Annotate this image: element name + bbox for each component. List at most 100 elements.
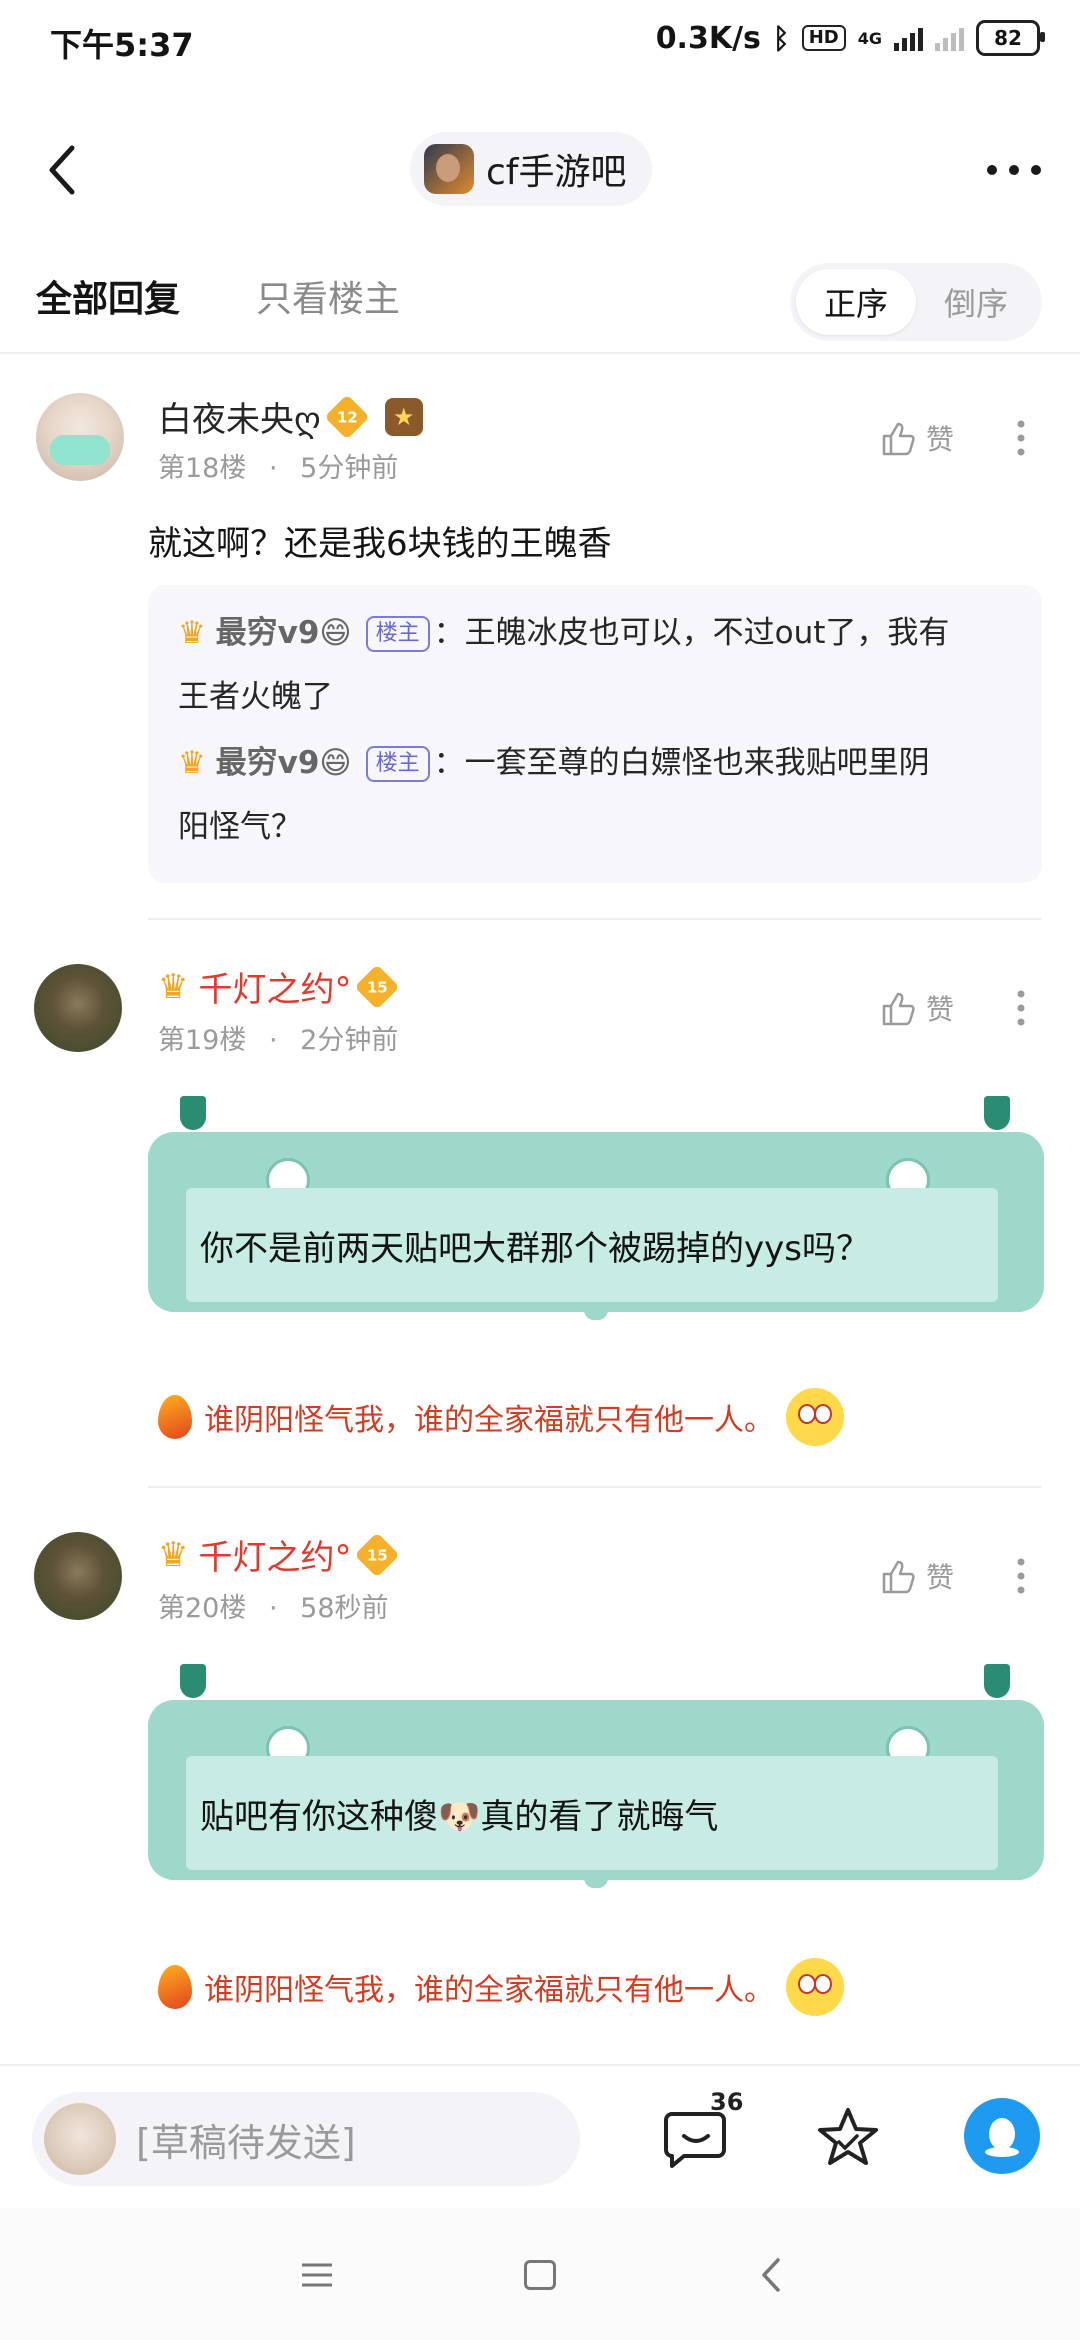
post-time: 58秒前 xyxy=(300,1593,389,1624)
bubble-foot xyxy=(584,1872,608,1888)
like-button[interactable]: 赞 xyxy=(878,988,954,1028)
sub-reply-author[interactable]: 最穷v9😄 xyxy=(216,745,352,781)
sub-reply: ♛ 最穷v9😄 楼主 ：一套至尊的白嫖怪也来我贴吧里阴 阳怪气？ xyxy=(178,731,1018,859)
like-label: 赞 xyxy=(926,993,955,1026)
qq-share-button[interactable] xyxy=(964,2098,1040,2174)
bubble-foot xyxy=(584,1304,608,1320)
battery-icon: 82 xyxy=(976,20,1045,56)
post-menu-button[interactable] xyxy=(1006,418,1036,458)
username[interactable]: 千灯之约° xyxy=(198,1530,351,1579)
bubble-frame: 你不是前两天贴吧大群那个被踢掉的yys吗？ xyxy=(148,1096,1044,1326)
status-bar: 下午5:37 0.3K/s ᛒ HD 4G 82 xyxy=(0,0,1080,90)
post-content: 你不是前两天贴吧大群那个被踢掉的yys吗？ xyxy=(200,1228,870,1269)
bubble-body: 贴吧有你这种傻🐶真的看了就晦气 xyxy=(148,1700,1044,1880)
recents-button[interactable] xyxy=(300,2262,334,2288)
username[interactable]: 白夜未央ღ xyxy=(158,392,321,441)
bluetooth-icon: ᛒ xyxy=(772,21,790,55)
post-time: 5分钟前 xyxy=(300,453,399,484)
network-speed: 0.3K/s xyxy=(655,20,761,56)
sub-replies-box[interactable]: ♛ 最穷v9😄 楼主 ：王魄冰皮也可以，不过out了，我有 王者火魄了 ♛ 最穷v… xyxy=(148,585,1042,883)
floor-number: 第18楼 xyxy=(158,453,247,484)
draft-placeholder: [草稿待发送] xyxy=(136,2120,356,2165)
star-icon xyxy=(818,2108,878,2165)
sort-order-toggle: 正序 倒序 xyxy=(790,263,1042,341)
owner-tag: 楼主 xyxy=(365,746,430,782)
comment-count-badge: 36 xyxy=(710,2088,744,2116)
sub-reply-text-cont: 阳怪气？ xyxy=(178,809,302,845)
medal-icon: ★ xyxy=(384,397,423,436)
avatar[interactable] xyxy=(36,393,124,481)
signal-icon xyxy=(894,25,923,51)
forum-title-pill[interactable]: cf手游吧 xyxy=(410,132,653,206)
sub-reply-text: ：一套至尊的白嫖怪也来我贴吧里阴 xyxy=(433,745,930,781)
status-indicators: 0.3K/s ᛒ HD 4G 82 xyxy=(655,20,1045,56)
floor-number: 第19楼 xyxy=(158,1025,247,1056)
post-meta: 第19楼 · 2分钟前 xyxy=(158,1025,399,1056)
favorite-button[interactable] xyxy=(815,2104,881,2170)
divider xyxy=(148,918,1042,920)
bubble-frame: 贴吧有你这种傻🐶真的看了就晦气 xyxy=(148,1664,1044,1894)
sort-asc-button[interactable]: 正序 xyxy=(796,269,916,335)
tab-owner-only[interactable]: 只看楼主 xyxy=(256,270,400,322)
battery-level: 82 xyxy=(994,26,1022,50)
back-button[interactable] xyxy=(40,140,90,200)
owner-tag: 楼主 xyxy=(365,616,430,652)
qq-penguin-icon xyxy=(985,2118,1019,2157)
post-content: 贴吧有你这种傻🐶真的看了就晦气 xyxy=(200,1796,719,1837)
crown-icon: ♛ xyxy=(178,615,206,651)
post-menu-button[interactable] xyxy=(1006,1556,1036,1596)
sub-reply-text-cont: 王者火魄了 xyxy=(178,679,333,715)
floor-number: 第20楼 xyxy=(158,1593,247,1624)
home-button[interactable] xyxy=(524,2260,556,2290)
signature-text: 谁阴阳怪气我，谁的全家福就只有他一人。 xyxy=(204,1403,774,1438)
avatar[interactable] xyxy=(34,1532,122,1620)
thumb-up-icon xyxy=(882,992,915,1026)
bubble-horn xyxy=(180,1096,206,1130)
bubble-horn xyxy=(984,1664,1010,1698)
like-label: 赞 xyxy=(926,423,955,456)
post-meta: 第20楼 · 58秒前 xyxy=(158,1593,389,1624)
post-content: 就这啊？还是我6块钱的王魄香 xyxy=(148,524,612,564)
divider xyxy=(0,2064,1080,2066)
status-time: 下午5:37 xyxy=(50,26,194,64)
sort-desc-button[interactable]: 倒序 xyxy=(916,269,1036,335)
bubble-content: 你不是前两天贴吧大群那个被踢掉的yys吗？ xyxy=(186,1188,998,1302)
more-vertical-icon xyxy=(1017,420,1025,456)
system-back-button[interactable] xyxy=(758,2256,784,2294)
more-options-button[interactable] xyxy=(984,150,1044,190)
more-horizontal-icon xyxy=(987,165,1041,175)
like-button[interactable]: 赞 xyxy=(878,418,954,458)
level-badge: 12 xyxy=(324,393,370,440)
reply-input[interactable]: [草稿待发送] xyxy=(32,2092,580,2186)
chevron-left-icon xyxy=(762,2258,780,2292)
my-avatar xyxy=(44,2103,116,2175)
level-badge: 15 xyxy=(354,1531,401,1578)
crown-icon: ♛ xyxy=(158,1534,189,1575)
forum-name: cf手游吧 xyxy=(486,152,627,193)
post-menu-button[interactable] xyxy=(1006,988,1036,1028)
divider xyxy=(148,1486,1042,1488)
crown-icon: ♛ xyxy=(158,966,189,1007)
sub-reply: ♛ 最穷v9😄 楼主 ：王魄冰皮也可以，不过out了，我有 王者火魄了 xyxy=(178,601,1018,729)
bubble-horn xyxy=(984,1096,1010,1130)
bubble-body: 你不是前两天贴吧大群那个被踢掉的yys吗？ xyxy=(148,1132,1044,1312)
chevron-left-icon xyxy=(49,145,75,195)
level-badge: 15 xyxy=(354,963,401,1010)
hd-icon: HD xyxy=(801,25,846,51)
post-time: 2分钟前 xyxy=(300,1025,399,1056)
divider xyxy=(0,352,1080,354)
pleading-face-icon xyxy=(786,1388,844,1446)
tab-all-replies[interactable]: 全部回复 xyxy=(36,270,180,322)
sub-reply-text: ：王魄冰皮也可以，不过out了，我有 xyxy=(433,615,950,651)
thumb-up-icon xyxy=(882,1560,915,1594)
flame-icon xyxy=(158,1395,192,1439)
sub-reply-author[interactable]: 最穷v9😄 xyxy=(216,615,352,651)
network-type: 4G xyxy=(857,28,882,48)
like-button[interactable]: 赞 xyxy=(878,1556,954,1596)
post-author-row: 白夜未央ღ 12 ★ xyxy=(158,392,423,441)
bubble-content: 贴吧有你这种傻🐶真的看了就晦气 xyxy=(186,1756,998,1870)
username[interactable]: 千灯之约° xyxy=(198,962,351,1011)
forum-avatar xyxy=(424,144,474,194)
thumb-up-icon xyxy=(882,422,915,456)
avatar[interactable] xyxy=(34,964,122,1052)
